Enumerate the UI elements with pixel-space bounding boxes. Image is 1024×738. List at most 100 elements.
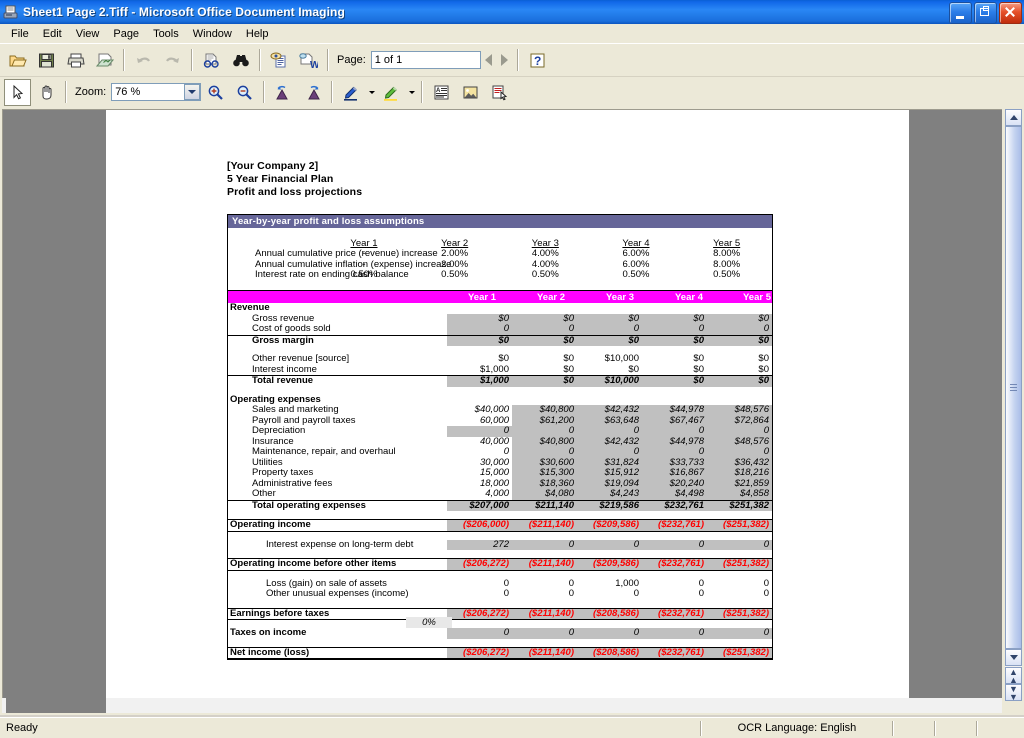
cell: 0 [503, 577, 509, 589]
cell: $0 [707, 313, 772, 324]
open-icon[interactable] [4, 47, 31, 74]
cell: 60,000 [479, 414, 509, 426]
rotate-right-icon[interactable] [299, 79, 326, 106]
cell: 0 [577, 539, 642, 550]
assumptions-block: Year-by-year profit and loss assumptions… [227, 214, 773, 292]
page-viewport[interactable]: [Your Company 2] 5 Year Financial Plan P… [2, 109, 1002, 701]
print-icon[interactable] [62, 47, 89, 74]
restore-button[interactable] [974, 2, 997, 24]
cell: 4,000 [447, 488, 512, 501]
horizontal-scroll-thumb[interactable] [6, 698, 106, 713]
row-label: Operating income [228, 519, 447, 532]
cell: ($232,761) [642, 647, 707, 659]
status-ocr-language: OCR Language: English [737, 722, 857, 734]
menu-item-tools[interactable]: Tools [146, 26, 186, 42]
chevron-down-icon[interactable] [184, 84, 201, 100]
scroll-up-button[interactable] [1005, 109, 1022, 126]
assumptions-cell: 0.50% [441, 269, 469, 280]
page-input[interactable] [370, 51, 481, 69]
cell: $232,761 [642, 500, 707, 511]
menu-bar: File Edit View Page Tools Window Help [0, 24, 1024, 43]
highlighter-dropdown-icon[interactable] [406, 80, 417, 105]
previous-page-scroll-button[interactable]: ▲ ▲ [1005, 667, 1022, 684]
assumptions-cell: 0.50% [622, 269, 650, 280]
minimize-button[interactable] [949, 2, 972, 24]
zoom-out-icon[interactable] [231, 79, 258, 106]
menu-item-page[interactable]: Page [106, 26, 146, 42]
cell: $0 [512, 335, 577, 346]
svg-text:W: W [310, 60, 318, 69]
zoom-in-icon[interactable] [202, 79, 229, 106]
ocr-recognize-text-icon[interactable] [198, 47, 225, 74]
cell: ($232,761) [642, 608, 707, 620]
zoom-label: Zoom: [75, 86, 107, 98]
profit-loss-table: Revenue Gross revenue $0 $0 $0 $0 $0 Cos… [228, 302, 772, 659]
horizontal-scrollbar[interactable] [2, 698, 1002, 713]
redo-icon[interactable] [159, 47, 186, 74]
cell: 0 [447, 323, 512, 336]
scan-new-document-icon[interactable] [91, 47, 118, 74]
cell: 0 [698, 588, 704, 599]
total-row: Earnings before taxes ($206,272) ($211,1… [228, 608, 772, 620]
menu-item-window[interactable]: Window [186, 26, 239, 42]
cell: ($206,272) [447, 558, 512, 571]
close-button[interactable] [999, 2, 1022, 24]
next-page-scroll-button[interactable]: ▼ ▼ [1005, 684, 1022, 701]
cell: $1,000 [447, 364, 512, 376]
pen-annotation-icon[interactable] [338, 79, 365, 106]
find-binoculars-icon[interactable] [227, 47, 254, 74]
vertical-scroll-thumb[interactable] [1005, 126, 1022, 649]
status-slot-2 [936, 720, 976, 737]
picture-note-icon[interactable] [457, 79, 484, 106]
highlighter-annotation-icon[interactable] [378, 79, 405, 106]
cell: 0 [512, 446, 577, 458]
next-page-icon[interactable] [497, 50, 513, 70]
send-to-word-icon[interactable]: W [295, 47, 322, 74]
previous-page-icon[interactable] [481, 50, 497, 70]
menu-item-help[interactable]: Help [239, 26, 276, 42]
assumptions-table: Year 1 Year 2 Year 3 Year 4 Year 5 Annua… [228, 228, 772, 291]
profit-loss-block: Year 1 Year 2 Year 3 Year 4 Year 5 Reven… [227, 290, 773, 660]
title-bar: Sheet1 Page 2.Tiff - Microsoft Office Do… [0, 0, 1024, 25]
cell: $0 [563, 353, 574, 364]
cell: $0 [693, 353, 704, 364]
cell: $0 [642, 313, 707, 324]
window-title: Sheet1 Page 2.Tiff - Microsoft Office Do… [23, 5, 345, 19]
assumptions-row-label: Annual cumulative price (revenue) increa… [255, 248, 438, 259]
chevron-double-down-icon: ▼ ▼ [1009, 683, 1018, 702]
scroll-down-button[interactable] [1005, 649, 1022, 666]
cell: $40,800 [512, 404, 577, 416]
cell: 0 [707, 446, 772, 458]
menu-item-edit[interactable]: Edit [36, 26, 69, 42]
rotate-left-icon[interactable] [270, 79, 297, 106]
cell: $4,080 [512, 488, 577, 501]
cell: 0 [512, 323, 577, 336]
cell: $40,800 [512, 436, 577, 447]
select-pointer-icon[interactable] [4, 78, 31, 106]
total-row: Net income (loss) ($206,272) ($211,140) … [228, 647, 772, 659]
cell: ($206,272) [447, 647, 512, 659]
cell: $10,000 [577, 375, 642, 387]
menu-item-view[interactable]: View [69, 26, 107, 42]
pen-dropdown-icon[interactable] [366, 80, 377, 105]
save-icon[interactable] [33, 47, 60, 74]
text-note-icon[interactable]: A [428, 79, 455, 106]
status-slot-3 [978, 720, 1018, 737]
table-row: Other unusual expenses (income) 0 0 0 0 … [228, 588, 772, 600]
row-label: Other unusual expenses (income) [266, 588, 409, 599]
pan-hand-icon[interactable] [33, 79, 60, 106]
undo-icon[interactable] [130, 47, 157, 74]
row-label: Interest income [228, 364, 447, 376]
zoom-combobox[interactable] [111, 83, 202, 101]
cell: $211,140 [512, 500, 577, 511]
cell: ($211,140) [512, 558, 577, 571]
read-aloud-icon[interactable] [266, 47, 293, 74]
vertical-scrollbar[interactable]: ▲ ▲ ▼ ▼ [1005, 109, 1022, 701]
cell: 1,000 [615, 577, 639, 589]
menu-item-file[interactable]: File [4, 26, 36, 42]
profit-loss-worksheet: [Your Company 2] 5 Year Financial Plan P… [106, 110, 909, 701]
cell: ($206,272) [447, 608, 512, 620]
help-icon[interactable]: ? [524, 47, 551, 74]
cell: $61,200 [512, 415, 577, 426]
attach-note-icon[interactable] [486, 79, 513, 106]
